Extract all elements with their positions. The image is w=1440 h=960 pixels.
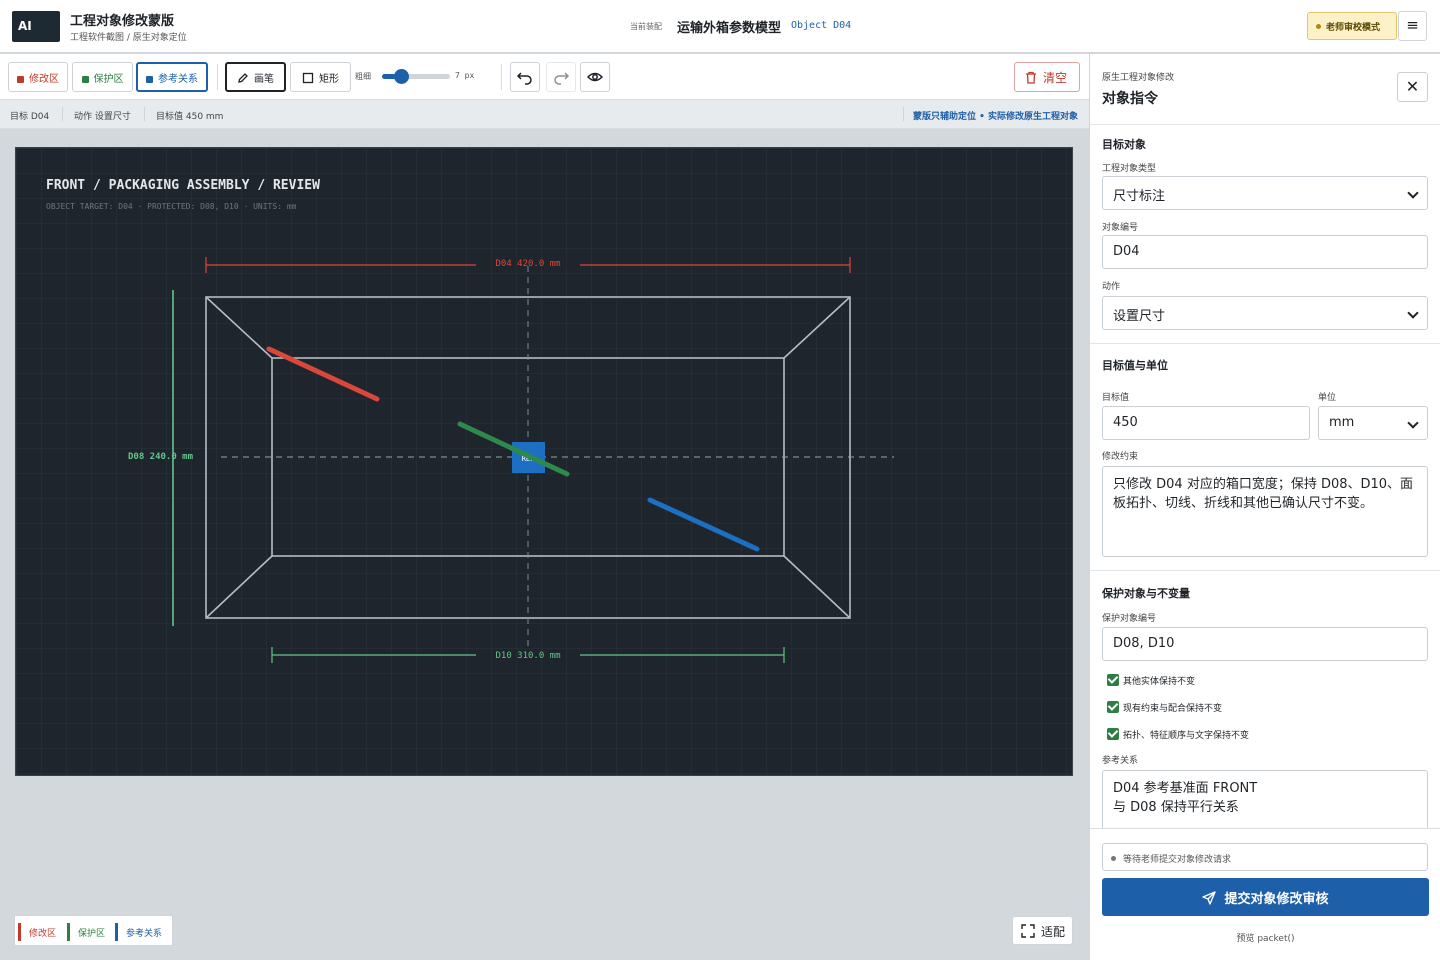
status-divider bbox=[903, 107, 904, 121]
app-title: 工程对象修改蒙版 bbox=[70, 14, 175, 29]
panel-kicker: 原生工程对象修改 bbox=[1102, 73, 1175, 83]
preview-button[interactable] bbox=[580, 62, 610, 92]
panel-footer: 等待老师提交对象修改请求 提交对象修改审核 预览 packet() bbox=[1090, 828, 1440, 960]
status-dot-icon bbox=[1316, 24, 1321, 29]
panel-title: 对象指令 bbox=[1102, 91, 1158, 107]
constraint-textarea[interactable]: 只修改 D04 对应的箱口宽度；保持 D08、D10、面板拓扑、切线、折线和其他… bbox=[1102, 466, 1428, 557]
object-id: Object D04 bbox=[791, 20, 852, 31]
action-label: 动作 bbox=[1102, 282, 1121, 292]
brush-size-value: 7 px bbox=[455, 71, 475, 80]
eye-icon bbox=[586, 72, 604, 82]
object-id-input[interactable]: D04 bbox=[1102, 235, 1428, 269]
brush-size-slider[interactable] bbox=[382, 69, 450, 84]
status-target: 目标 D04 bbox=[10, 112, 50, 122]
object-instruction-panel: 原生工程对象修改 对象指令 ✕ 目标对象 工程对象类型 尺寸标注 对象编号 D0… bbox=[1089, 54, 1440, 960]
legend-protect: 保护区 bbox=[67, 923, 105, 941]
modify-swatch-icon bbox=[17, 76, 24, 83]
drawing-canvas[interactable]: FRONT / PACKAGING ASSEMBLY / REVIEW OBJE… bbox=[15, 147, 1073, 776]
unit-select[interactable]: mm bbox=[1318, 406, 1428, 440]
object-type-label: 工程对象类型 bbox=[1102, 164, 1157, 174]
review-mode-badge[interactable]: 老师审校模式 bbox=[1307, 12, 1397, 40]
rectangle-icon bbox=[302, 72, 314, 84]
current-assembly-label: 当前装配 bbox=[630, 22, 662, 31]
fit-view-button[interactable]: 适配 bbox=[1012, 916, 1073, 945]
redo-icon bbox=[554, 72, 570, 85]
target-value-label: 目标值 bbox=[1102, 393, 1130, 403]
app-header: AI 工程对象修改蒙版 工程软件截图 / 原生对象定位 当前装配 运输外箱参数模… bbox=[0, 0, 1440, 53]
clear-button[interactable]: 清空 bbox=[1014, 62, 1080, 92]
section-heading: 保护对象与不变量 bbox=[1102, 587, 1190, 600]
modify-zone-button[interactable]: 修改区 bbox=[8, 62, 68, 92]
section-heading: 目标值与单位 bbox=[1102, 359, 1168, 372]
checkbox-checked-icon[interactable] bbox=[1107, 674, 1119, 686]
reference-label: 参考关系 bbox=[1102, 756, 1139, 766]
wait-status: 等待老师提交对象修改请求 bbox=[1102, 843, 1428, 871]
reference-button[interactable]: 参考关系 bbox=[136, 62, 208, 92]
menu-button[interactable]: ≡ bbox=[1398, 11, 1427, 41]
drawing-svg[interactable]: FRONT / PACKAGING ASSEMBLY / REVIEW OBJE… bbox=[16, 148, 1073, 776]
status-value: 目标值 450 mm bbox=[156, 112, 224, 122]
pencil-icon bbox=[238, 73, 248, 83]
model-name: 运输外箱参数模型 bbox=[677, 21, 782, 36]
protected-ids-input[interactable]: D08, D10 bbox=[1102, 627, 1428, 661]
app-subtitle: 工程软件截图 / 原生对象定位 bbox=[70, 33, 187, 43]
unit-label: 单位 bbox=[1318, 393, 1337, 403]
drawing-meta: OBJECT TARGET: D04 · PROTECTED: D08, D10… bbox=[46, 202, 297, 211]
expand-icon bbox=[1021, 924, 1035, 938]
mask-legend: 修改区 保护区 参考关系 bbox=[14, 915, 173, 946]
check-topology[interactable]: 拓扑、特征顺序与文字保持不变 bbox=[1107, 728, 1249, 741]
constraint-label: 修改约束 bbox=[1102, 452, 1139, 462]
target-value-input[interactable]: 450 bbox=[1102, 406, 1310, 440]
status-divider bbox=[62, 107, 63, 121]
status-divider bbox=[144, 107, 145, 121]
protect-swatch-icon bbox=[81, 76, 89, 83]
section-protected-objects: 保护对象与不变量 保护对象编号 D08, D10 其他实体保持不变 现有约束与配… bbox=[1090, 570, 1440, 828]
object-type-select[interactable]: 尺寸标注 bbox=[1102, 176, 1428, 210]
dimension-d04-label: D04 420.0 mm bbox=[495, 259, 560, 269]
toolbar-divider bbox=[217, 64, 218, 90]
legend-modify: 修改区 bbox=[18, 923, 56, 941]
legend-reference: 参考关系 bbox=[115, 923, 162, 941]
app-logo: AI bbox=[12, 11, 60, 42]
toolbar: 修改区 保护区 参考关系 画笔 矩形 bbox=[0, 54, 1089, 100]
check-constraints[interactable]: 现有约束与配合保持不变 bbox=[1107, 701, 1222, 714]
section-target-value: 目标值与单位 目标值 450 单位 mm 修改约束 只修改 D04 对应的箱口宽… bbox=[1090, 343, 1440, 570]
rect-tool-button[interactable]: 矩形 bbox=[290, 62, 351, 92]
send-icon bbox=[1202, 891, 1217, 905]
pen-tool-button[interactable]: 画笔 bbox=[225, 62, 286, 92]
toolbar-divider bbox=[501, 64, 502, 90]
redo-button[interactable] bbox=[546, 62, 576, 92]
trash-icon bbox=[1026, 71, 1036, 84]
close-button[interactable]: ✕ bbox=[1397, 72, 1428, 102]
drawing-title: FRONT / PACKAGING ASSEMBLY / REVIEW bbox=[46, 178, 320, 193]
protect-zone-button[interactable]: 保护区 bbox=[72, 62, 133, 92]
section-heading: 目标对象 bbox=[1102, 138, 1146, 151]
reference-swatch-icon bbox=[146, 76, 153, 83]
object-id-label: 对象编号 bbox=[1102, 223, 1139, 233]
action-select[interactable]: 设置尺寸 bbox=[1102, 296, 1428, 330]
submit-review-button[interactable]: 提交对象修改审核 bbox=[1102, 878, 1429, 916]
status-bar: 目标 D04 动作 设置尺寸 目标值 450 mm 蒙版只辅助定位 • 实际修改… bbox=[0, 100, 1089, 129]
status-note: 蒙版只辅助定位 • 实际修改原生工程对象 bbox=[912, 112, 1078, 122]
dimension-d08-label: D08 240.0 mm bbox=[128, 452, 194, 462]
status-action: 动作 设置尺寸 bbox=[74, 112, 131, 122]
checkbox-checked-icon[interactable] bbox=[1107, 701, 1119, 713]
protected-ids-label: 保护对象编号 bbox=[1102, 614, 1157, 624]
undo-icon bbox=[516, 72, 532, 85]
checkbox-checked-icon[interactable] bbox=[1107, 728, 1119, 740]
check-other-entities[interactable]: 其他实体保持不变 bbox=[1107, 674, 1195, 687]
reference-textarea[interactable]: D04 参考基准面 FRONT 与 D08 保持平行关系 bbox=[1102, 770, 1428, 828]
dimension-d10-label: D10 310.0 mm bbox=[495, 651, 560, 661]
undo-button[interactable] bbox=[510, 62, 540, 92]
section-target-object: 目标对象 工程对象类型 尺寸标注 对象编号 D04 动作 设置尺寸 bbox=[1090, 124, 1440, 343]
preview-packet-link[interactable]: 预览 packet() bbox=[1090, 931, 1440, 944]
brush-size-label: 粗细 bbox=[355, 72, 371, 81]
